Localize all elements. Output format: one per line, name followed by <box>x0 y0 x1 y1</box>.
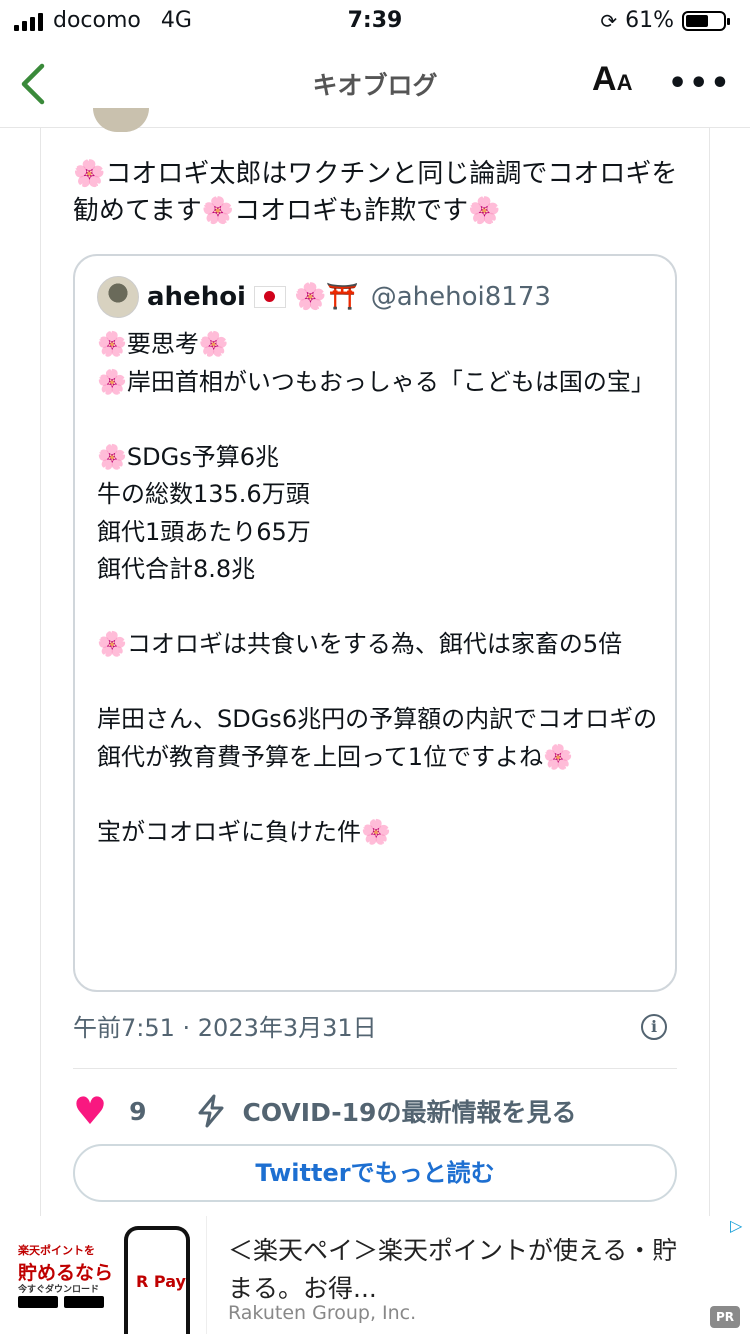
more-menu-icon[interactable]: ••• <box>668 66 732 101</box>
ad-image[interactable]: 楽天ポイントを 貯めるなら 今すぐダウンロード R Pay <box>0 1216 207 1334</box>
adchoices-icon[interactable]: ▷ <box>730 1216 742 1235</box>
japan-flag-icon <box>253 286 286 308</box>
page-title: キオブログ <box>312 71 438 100</box>
lightning-icon[interactable] <box>194 1094 228 1128</box>
rakuten-pay-logo: R Pay <box>136 1272 186 1291</box>
phone-illustration: R Pay <box>124 1226 190 1334</box>
info-icon[interactable]: i <box>641 1014 667 1040</box>
text-size-icon[interactable]: AA <box>592 60 632 99</box>
pr-badge: PR <box>710 1306 740 1328</box>
read-more-button[interactable]: Twitterでもっと読む <box>73 1144 677 1202</box>
ad-image-line3: 今すぐダウンロード <box>18 1285 100 1295</box>
app-store-badge-icon <box>18 1296 58 1308</box>
battery-icon <box>682 10 730 31</box>
tweet-actions: ♥ 9 COVID-19の最新情報を見る <box>73 1086 576 1136</box>
ad-title[interactable]: ＜楽天ペイ＞楽天ポイントが使える・貯まる。お得... <box>228 1232 698 1308</box>
ad-image-line2: 貯めるなら <box>18 1262 114 1284</box>
ad-image-line1: 楽天ポイントを <box>18 1244 95 1257</box>
quoted-author-handle[interactable]: @ahehoi8173 <box>371 282 551 312</box>
tweet-timestamp[interactable]: 午前7:51 · 2023年3月31日 <box>73 1008 377 1043</box>
battery-percent: 61% <box>625 8 674 33</box>
heart-icon[interactable]: ♥ <box>73 1092 107 1130</box>
ad-banner[interactable]: 楽天ポイントを 貯めるなら 今すぐダウンロード R Pay ＜楽天ペイ＞楽天ポイ… <box>0 1216 750 1334</box>
store-badges <box>18 1296 104 1308</box>
quoted-author-name[interactable]: ahehoi <box>147 282 246 312</box>
tweet-card: 🌸コオロギ太郎はワクチンと同じ論調でコオロギを勧めてます🌸コオロギも詐欺です🌸 … <box>40 108 710 1218</box>
status-right: ⟳ 61% <box>600 8 730 33</box>
quoted-tweet-header: ahehoi 🌸⛩️ @ahehoi8173 <box>97 276 551 318</box>
orientation-lock-icon: ⟳ <box>600 8 618 33</box>
tweet-text: 🌸コオロギ太郎はワクチンと同じ論調でコオロギを勧めてます🌸コオロギも詐欺です🌸 <box>73 159 678 226</box>
quoted-avatar[interactable] <box>97 276 139 318</box>
google-play-badge-icon <box>64 1296 104 1308</box>
quoted-tweet[interactable]: ahehoi 🌸⛩️ @ahehoi8173 🌸要思考🌸 🌸岸田首相がいつもおっ… <box>73 254 677 992</box>
battery-fill <box>686 14 708 27</box>
status-bar: docomo 4G 7:39 ⟳ 61% <box>0 0 750 44</box>
like-count[interactable]: 9 <box>129 1097 146 1126</box>
avatar[interactable] <box>93 108 149 132</box>
quoted-tweet-text: 🌸要思考🌸 🌸岸田首相がいつもおっしゃる「こどもは国の宝」 🌸SDGs予算6兆 … <box>97 330 658 846</box>
divider <box>73 1068 677 1069</box>
author-emojis: 🌸⛩️ <box>293 282 359 312</box>
ad-sponsor: Rakuten Group, Inc. <box>228 1302 417 1324</box>
covid-info-link[interactable]: COVID-19の最新情報を見る <box>242 1093 576 1129</box>
